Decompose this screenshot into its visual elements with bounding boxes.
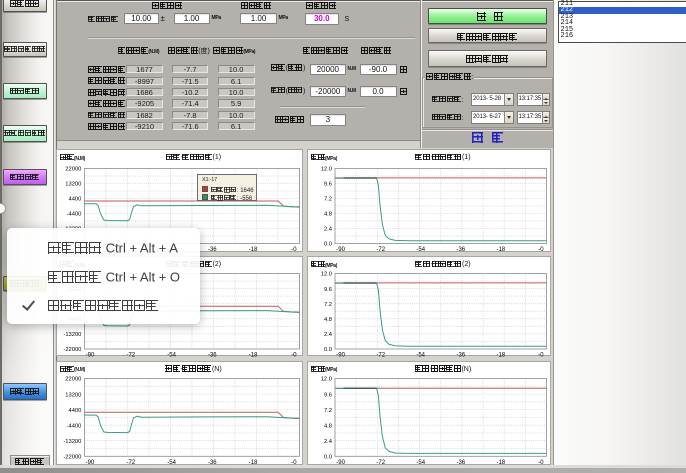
- svg-text:-4400: -4400: [67, 212, 82, 218]
- svg-text:0.0: 0.0: [324, 347, 332, 353]
- svg-text:-72: -72: [376, 247, 385, 253]
- svg-text:-0: -0: [538, 247, 544, 253]
- svg-text:2.4: 2.4: [324, 438, 333, 444]
- svg-text:-54: -54: [416, 352, 425, 357]
- svg-text:-90: -90: [336, 247, 345, 253]
- svg-text:-4400: -4400: [67, 423, 82, 429]
- svg-text:9.6: 9.6: [324, 392, 332, 398]
- svg-text:7.2: 7.2: [324, 407, 332, 413]
- svg-text:4.8: 4.8: [324, 423, 332, 429]
- svg-text:13200: 13200: [65, 392, 81, 398]
- svg-text:2.4: 2.4: [324, 227, 333, 233]
- svg-text:-90: -90: [86, 352, 95, 357]
- svg-text:2.4: 2.4: [324, 332, 333, 338]
- svg-text:4400: 4400: [68, 197, 81, 203]
- svg-text:-18: -18: [249, 247, 258, 253]
- svg-text:0.0: 0.0: [324, 454, 332, 460]
- svg-text:22000: 22000: [65, 376, 81, 382]
- svg-text:-36: -36: [456, 247, 465, 253]
- svg-text:-36: -36: [208, 352, 217, 357]
- svg-text:4.8: 4.8: [324, 212, 332, 218]
- svg-text:-72: -72: [376, 352, 385, 357]
- svg-text:-18: -18: [249, 352, 258, 357]
- svg-text:9.6: 9.6: [324, 287, 332, 293]
- svg-text:7.2: 7.2: [324, 302, 332, 308]
- svg-text:-18: -18: [496, 352, 505, 357]
- svg-text:-90: -90: [336, 352, 345, 357]
- svg-text:7.2: 7.2: [324, 197, 332, 203]
- svg-text:-72: -72: [126, 352, 135, 357]
- svg-text:-0: -0: [291, 247, 297, 253]
- svg-text:13200: 13200: [65, 182, 81, 188]
- svg-text:12.0: 12.0: [321, 272, 332, 278]
- svg-text:12.0: 12.0: [321, 376, 332, 382]
- svg-text:9.6: 9.6: [324, 182, 332, 188]
- svg-text:-36: -36: [456, 352, 465, 357]
- svg-text:-0: -0: [538, 352, 544, 357]
- svg-text:-22000: -22000: [63, 347, 81, 353]
- svg-text:0.0: 0.0: [324, 242, 332, 248]
- svg-text:-0: -0: [291, 352, 297, 357]
- svg-text:-54: -54: [416, 247, 425, 253]
- svg-text:12.0: 12.0: [321, 167, 332, 173]
- svg-text:-13200: -13200: [63, 332, 81, 338]
- svg-text:22000: 22000: [65, 167, 81, 173]
- svg-text:4.8: 4.8: [324, 317, 332, 323]
- svg-text:-22000: -22000: [63, 454, 81, 460]
- svg-text:-36: -36: [208, 247, 217, 253]
- svg-text:-54: -54: [167, 352, 176, 357]
- svg-text:-18: -18: [496, 247, 505, 253]
- svg-text:4400: 4400: [68, 407, 81, 413]
- svg-text:-13200: -13200: [63, 438, 81, 444]
